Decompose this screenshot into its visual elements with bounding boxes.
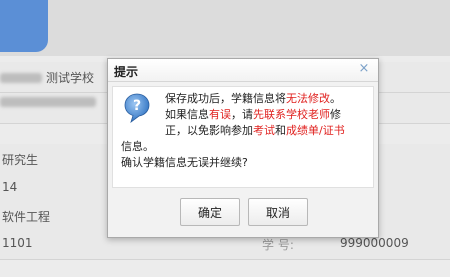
warning-text: 成绩单/证书 <box>286 124 345 137</box>
cancel-button[interactable]: 取消 <box>248 198 308 226</box>
education-level-value: 研究生 <box>2 153 39 167</box>
message-line-2: 如果信息有误，请先联系学校老师修 <box>165 108 341 121</box>
background-nav-tab <box>0 0 48 52</box>
close-icon[interactable]: × <box>357 61 371 77</box>
dialog-titlebar[interactable]: 提示 × <box>108 59 378 82</box>
dialog-body: ? 保存成功后，学籍信息将无法修改。 如果信息有误，请先联系学校老师修 正，以免… <box>112 86 374 188</box>
warning-text: 先联系学校老师 <box>253 108 330 121</box>
confirm-button[interactable]: 确定 <box>180 198 240 226</box>
background-header <box>0 0 450 56</box>
warning-text: 考试 <box>253 124 275 137</box>
warning-text: 无法修改 <box>286 92 330 105</box>
student-id-label: 学 号: <box>262 238 294 252</box>
dialog-message: 保存成功后，学籍信息将无法修改。 如果信息有误，请先联系学校老师修 正，以免影响… <box>121 91 369 171</box>
blurred-text <box>0 73 42 83</box>
student-id-value: 999000009 <box>340 236 409 250</box>
school-text: 测试学校 <box>46 71 95 85</box>
message-line-5: 确认学籍信息无误并继续? <box>121 156 248 169</box>
message-line-1: 保存成功后，学籍信息将无法修改。 <box>165 92 341 105</box>
message-line-3: 正，以免影响参加考试和成绩单/证书 <box>165 124 345 137</box>
warning-text: 有误 <box>209 108 231 121</box>
dialog-footer: 确定 取消 <box>108 190 378 237</box>
message-line-4: 信息。 <box>121 140 154 153</box>
row-value: 14 <box>2 180 18 194</box>
confirm-dialog: 提示 × ? 保存成功后，学籍信息将无法修改。 如果信息有误，请先联系学校老师修… <box>107 58 379 238</box>
code-value: 1101 <box>2 236 33 250</box>
dialog-title: 提示 <box>114 65 139 79</box>
blurred-text <box>0 97 96 107</box>
major-value: 软件工程 <box>2 210 51 224</box>
